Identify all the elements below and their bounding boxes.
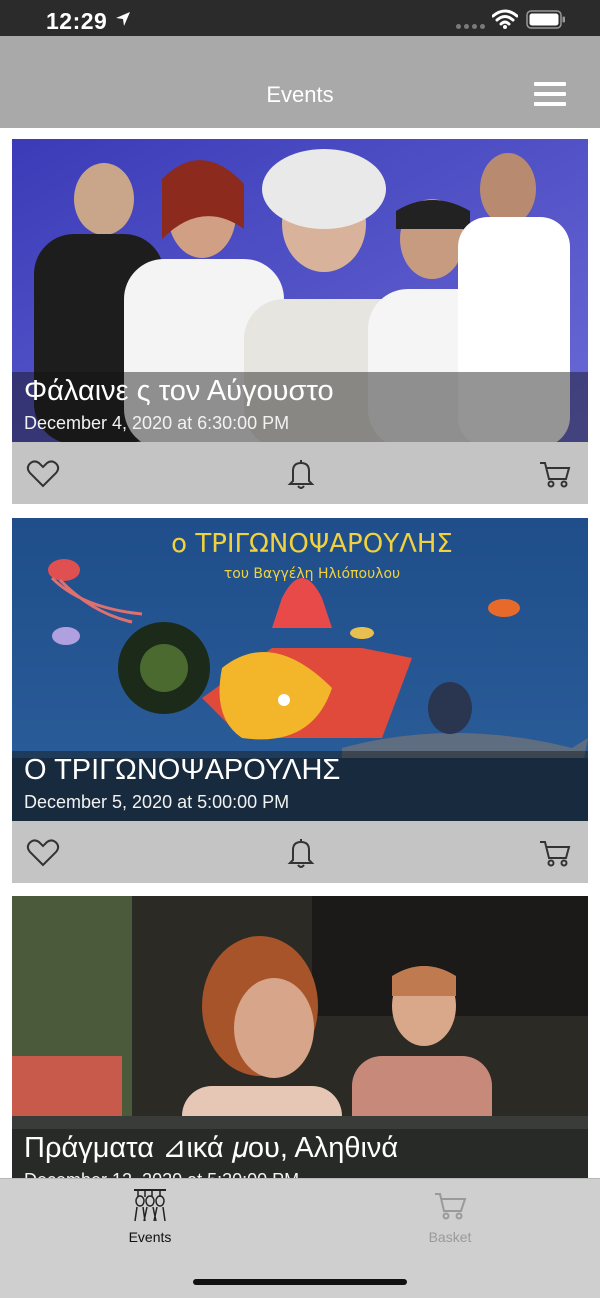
event-date: December 12, 2020 at 5:30:00 PM: [24, 1170, 299, 1178]
event-date: December 4, 2020 at 6:30:00 PM: [24, 413, 290, 433]
event-title: Φάλαινε ς τον Αύγουστο: [24, 375, 334, 407]
event-card[interactable]: Φάλαινε ς τον Αύγουστο December 4, 2020 …: [12, 139, 588, 504]
event-date: December 5, 2020 at 5:00:00 PM: [24, 792, 290, 812]
event-poster[interactable]: Πράγματα ⊿ικά 𝜇ου, Αληθινά December 12, …: [12, 896, 588, 1178]
heart-icon[interactable]: [26, 457, 60, 491]
page-title: Events: [266, 82, 334, 107]
wifi-icon: [492, 9, 518, 29]
tab-basket[interactable]: Basket: [370, 1187, 530, 1245]
tab-label: Events: [128, 1229, 172, 1245]
event-card[interactable]: Πράγματα ⊿ικά 𝜇ου, Αληθινά December 12, …: [12, 896, 588, 1178]
status-time: 12:29: [46, 8, 108, 34]
card-action-bar: [12, 442, 588, 504]
bell-icon[interactable]: [284, 836, 318, 870]
signal-dots: [456, 16, 488, 34]
poster-caption: Φάλαινε ς τον Αύγουστο December 4, 2020 …: [12, 372, 588, 442]
poster-caption: Πράγματα ⊿ικά 𝜇ου, Αληθινά December 12, …: [12, 1129, 588, 1178]
bell-icon[interactable]: [284, 457, 318, 491]
cart-icon[interactable]: [538, 836, 572, 870]
event-poster[interactable]: ο ΤΡΙΓΩΝΟΨΑΡΟΥΛΗΣ του Βαγγέλη Ηλιόπουλου: [12, 518, 588, 821]
status-bar: 12:29: [0, 0, 600, 36]
event-card[interactable]: ο ΤΡΙΓΩΝΟΨΑΡΟΥΛΗΣ του Βαγγέλη Ηλιόπουλου: [12, 518, 588, 883]
poster-caption: Ο ΤΡΙΓΩΝΟΨΑΡΟΥΛΗΣ December 5, 2020 at 5:…: [12, 751, 588, 821]
battery-icon: [526, 10, 565, 29]
event-poster[interactable]: Φάλαινε ς τον Αύγουστο December 4, 2020 …: [12, 139, 588, 442]
menu-icon: [534, 82, 566, 86]
cart-icon: [435, 1193, 467, 1220]
tab-events[interactable]: Events: [70, 1187, 230, 1245]
event-title: Πράγματα ⊿ικά 𝜇ου, Αληθινά: [24, 1132, 399, 1164]
tab-label: Basket: [428, 1229, 472, 1245]
theater-masks-icon: [134, 1189, 166, 1222]
poster-subtitle: του Βαγγέλη Ηλιόπουλου: [224, 566, 400, 582]
navigation-bar: Events: [0, 36, 600, 128]
poster-title: ο ΤΡΙΓΩΝΟΨΑΡΟΥΛΗΣ: [171, 529, 453, 559]
event-list[interactable]: Φάλαινε ς τον Αύγουστο December 4, 2020 …: [0, 128, 600, 1178]
location-arrow-icon: [116, 12, 130, 26]
menu-button[interactable]: [534, 82, 566, 110]
heart-icon[interactable]: [26, 836, 60, 870]
cart-icon[interactable]: [538, 457, 572, 491]
home-indicator: [193, 1279, 407, 1285]
event-title: Ο ΤΡΙΓΩΝΟΨΑΡΟΥΛΗΣ: [24, 754, 341, 786]
card-action-bar: [12, 821, 588, 883]
